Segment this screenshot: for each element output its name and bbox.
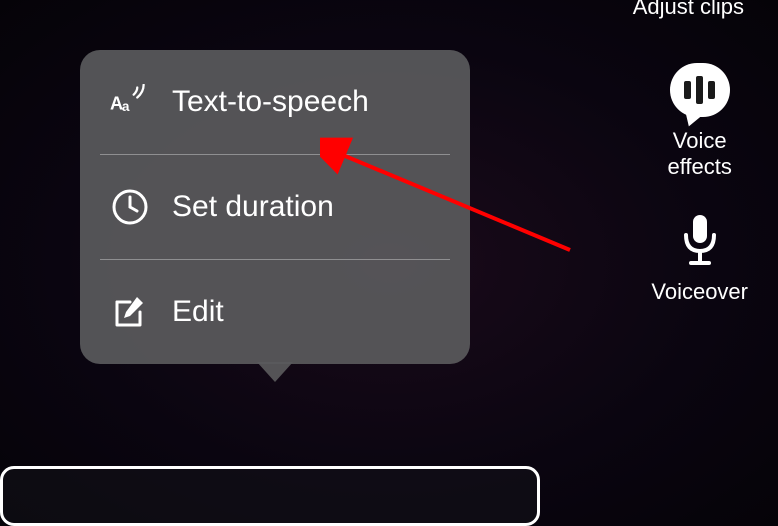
edit-option[interactable]: Edit bbox=[80, 260, 470, 364]
svg-text:a: a bbox=[122, 99, 130, 114]
text-to-speech-label: Text-to-speech bbox=[172, 85, 369, 119]
voice-effects-label: Voice effects bbox=[667, 128, 731, 181]
text-context-menu: A a Text-to-speech Set duration Ed bbox=[80, 50, 470, 364]
tts-icon: A a bbox=[110, 82, 150, 122]
text-overlay-box[interactable] bbox=[0, 466, 540, 526]
edit-icon bbox=[110, 292, 150, 332]
set-duration-label: Set duration bbox=[172, 190, 334, 224]
clock-icon bbox=[110, 187, 150, 227]
voice-effects-icon bbox=[670, 60, 730, 120]
set-duration-option[interactable]: Set duration bbox=[100, 155, 450, 260]
editor-sidebar: Voice effects Voiceover bbox=[651, 0, 748, 305]
edit-label: Edit bbox=[172, 295, 224, 329]
microphone-icon bbox=[670, 211, 730, 271]
voiceover-button[interactable]: Voiceover bbox=[651, 211, 748, 305]
voiceover-label: Voiceover bbox=[651, 279, 748, 305]
voice-effects-button[interactable]: Voice effects bbox=[667, 60, 731, 181]
text-to-speech-option[interactable]: A a Text-to-speech bbox=[100, 50, 450, 155]
